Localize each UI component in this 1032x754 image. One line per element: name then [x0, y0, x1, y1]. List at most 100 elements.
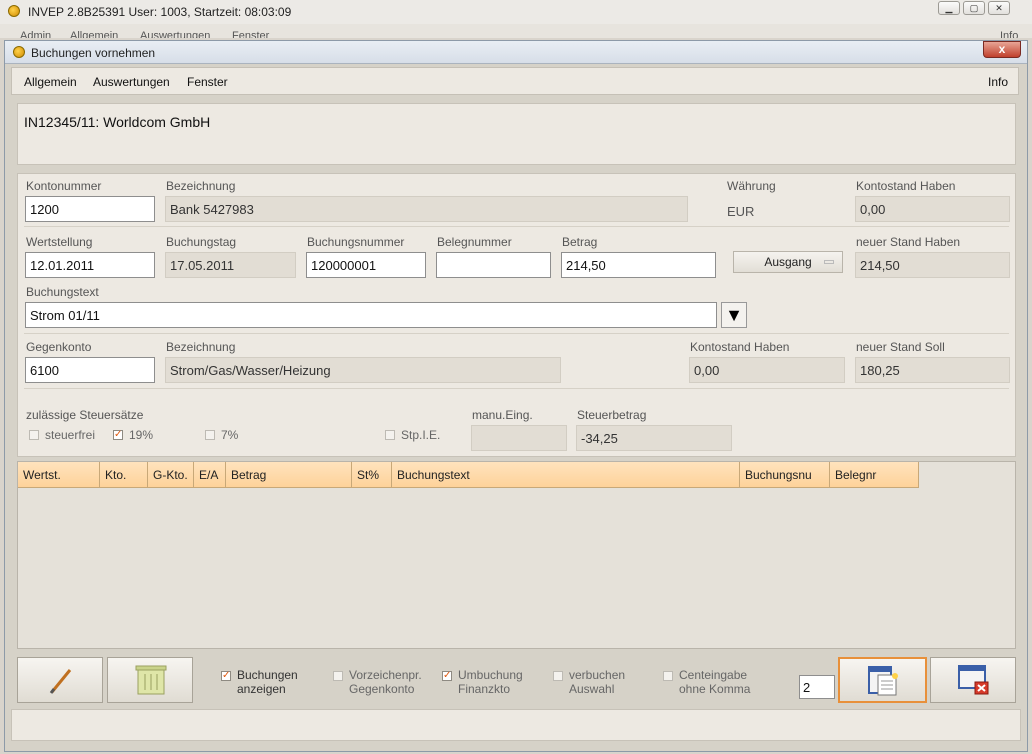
window-icon	[13, 46, 25, 58]
neuer-stand-haben-field: 214,50	[855, 252, 1010, 278]
betrag-input[interactable]: 214,50	[561, 252, 716, 278]
menu-bar: Allgemein Auswertungen Fenster Info	[11, 67, 1019, 95]
edit-button[interactable]	[17, 657, 103, 703]
buchungen-anzeigen-line2: anzeigen	[237, 682, 286, 696]
kontostand-field: 0,00	[855, 196, 1010, 222]
trash-icon	[135, 665, 167, 695]
col-belegnr[interactable]: Belegnr	[830, 462, 919, 488]
kontonummer-input[interactable]: 1200	[25, 196, 155, 222]
belegnummer-input[interactable]	[436, 252, 551, 278]
menu-auswertungen[interactable]: Auswertungen	[93, 75, 170, 89]
manu-eing-field[interactable]	[471, 425, 567, 451]
separator	[24, 388, 1009, 389]
centeingabe-label: Centeingabe ohne Komma	[679, 668, 750, 696]
richtung-label: Ausgang	[764, 255, 812, 269]
col-betrag[interactable]: Betrag	[226, 462, 352, 488]
dropdown-arrow-icon[interactable]: ▼	[721, 302, 747, 328]
menu-allgemein[interactable]: Allgemein	[24, 75, 77, 89]
vorzeichen-line2: Gegenkonto	[349, 682, 415, 696]
app-menu-fenster[interactable]: Fenster	[232, 30, 269, 38]
centeingabe-line1: Centeingabe	[679, 668, 748, 682]
verbuchen-checkbox[interactable]	[553, 671, 563, 681]
konto-bezeichnung-field: Bank 5427983	[165, 196, 688, 222]
bookings-table[interactable]: Wertst. Kto. G-Kto. E/A Betrag St% Buchu…	[17, 461, 1016, 649]
steuer-7-checkbox[interactable]	[205, 430, 215, 440]
steuerbetrag-field: -34,25	[576, 425, 732, 451]
save-booking-button[interactable]	[838, 657, 927, 703]
kontostand-label: Kontostand Haben	[856, 179, 956, 193]
app-menu-allgemein[interactable]: Allgemein	[70, 30, 118, 38]
gegenkonto-label: Gegenkonto	[26, 340, 92, 354]
app-title: INVEP 2.8B25391 User: 1003, Startzeit: 0…	[28, 5, 292, 19]
gegenkonto-input[interactable]: 6100	[25, 357, 155, 383]
vorzeichen-checkbox[interactable]	[333, 671, 343, 681]
vorzeichen-line1: Vorzeichenpr.	[349, 668, 422, 682]
wertstellung-input[interactable]: 12.01.2011	[25, 252, 155, 278]
window-title: Buchungen vornehmen	[31, 46, 156, 60]
app-menu-info[interactable]: Info	[1000, 30, 1018, 38]
minimize-icon[interactable]: ▁	[938, 1, 960, 15]
col-kto[interactable]: Kto.	[100, 462, 148, 488]
steuersaetze-title: zulässige Steuersätze	[26, 408, 144, 422]
col-st[interactable]: St%	[352, 462, 392, 488]
steuerfrei-checkbox[interactable]	[29, 430, 39, 440]
account-header-text: IN12345/11: Worldcom GmbH	[24, 114, 211, 130]
buchungsnummer-label: Buchungsnummer	[307, 235, 405, 249]
stp-ie-checkbox[interactable]	[385, 430, 395, 440]
col-gkto[interactable]: G-Kto.	[148, 462, 194, 488]
col-buchungsnu[interactable]: Buchungsnu	[740, 462, 830, 488]
status-bar	[11, 709, 1021, 741]
manu-eing-label: manu.Eing.	[472, 408, 533, 422]
steuerfrei-label: steuerfrei	[45, 428, 96, 442]
app-title-bar: INVEP 2.8B25391 User: 1003, Startzeit: 0…	[0, 0, 1032, 25]
separator	[24, 226, 1009, 227]
menu-fenster[interactable]: Fenster	[187, 75, 228, 89]
steuer-19-label: 19%	[129, 428, 154, 442]
neuer-stand-haben-label: neuer Stand Haben	[856, 235, 961, 249]
cancel-button[interactable]	[930, 657, 1016, 703]
buchungstext-input[interactable]: Strom 01/11	[25, 302, 717, 328]
umbuchung-label: Umbuchung Finanzkto	[458, 668, 523, 696]
gegen-bezeichnung-label: Bezeichnung	[166, 340, 236, 354]
verbuchen-line2: Auswahl	[569, 682, 615, 696]
bezeichnung-label: Bezeichnung	[166, 179, 236, 193]
document-save-icon	[868, 666, 898, 696]
buchungen-anzeigen-line1: Buchungen	[237, 668, 298, 682]
menu-info[interactable]: Info	[988, 75, 1008, 89]
verbuchen-label: verbuchen Auswahl	[569, 668, 625, 696]
gegen-bezeichnung-field: Strom/Gas/Wasser/Heizung	[165, 357, 561, 383]
col-ea[interactable]: E/A	[194, 462, 226, 488]
buchungen-anzeigen-checkbox[interactable]: ✓	[221, 671, 231, 681]
stp-ie-label: Stp.I.E.	[401, 428, 441, 442]
close-window-button[interactable]: x	[983, 41, 1021, 58]
app-menu-admin[interactable]: Admin	[20, 30, 51, 38]
richtung-toggle-button[interactable]: Ausgang	[733, 251, 843, 273]
buchungen-anzeigen-label: Buchungen anzeigen	[237, 668, 298, 696]
app-menu-auswertungen[interactable]: Auswertungen	[140, 30, 210, 38]
window-close-icon	[958, 665, 989, 695]
neuer-stand-soll-field: 180,25	[855, 357, 1010, 383]
buchungstag-field: 17.05.2011	[165, 252, 296, 278]
betrag-label: Betrag	[562, 235, 598, 249]
col-wertst[interactable]: Wertst.	[18, 462, 100, 488]
window-title-bar: Buchungen vornehmen x	[5, 41, 1027, 64]
buchungsnummer-input[interactable]: 120000001	[306, 252, 426, 278]
maximize-icon[interactable]: ▢	[963, 1, 985, 15]
umbuchung-line2: Finanzkto	[458, 682, 511, 696]
centeingabe-checkbox[interactable]	[663, 671, 673, 681]
steuer-19-checkbox[interactable]: ✓	[113, 430, 123, 440]
neuer-stand-soll-label: neuer Stand Soll	[856, 340, 945, 354]
umbuchung-checkbox[interactable]: ✓	[442, 671, 452, 681]
centeingabe-line2: ohne Komma	[679, 682, 751, 696]
count-input[interactable]: 2	[799, 675, 835, 699]
close-app-icon[interactable]: ✕	[988, 1, 1010, 15]
pencil-icon	[49, 669, 72, 694]
table-header: Wertst. Kto. G-Kto. E/A Betrag St% Buchu…	[18, 462, 919, 488]
kontonummer-label: Kontonummer	[26, 179, 102, 193]
delete-button[interactable]	[107, 657, 193, 703]
waehrung-label: Währung	[727, 179, 776, 193]
app-icon	[8, 5, 20, 17]
col-buchungstext[interactable]: Buchungstext	[392, 462, 740, 488]
steuer-7-label: 7%	[221, 428, 239, 442]
form-panel: Kontonummer 1200 Bezeichnung Bank 542798…	[17, 173, 1016, 457]
